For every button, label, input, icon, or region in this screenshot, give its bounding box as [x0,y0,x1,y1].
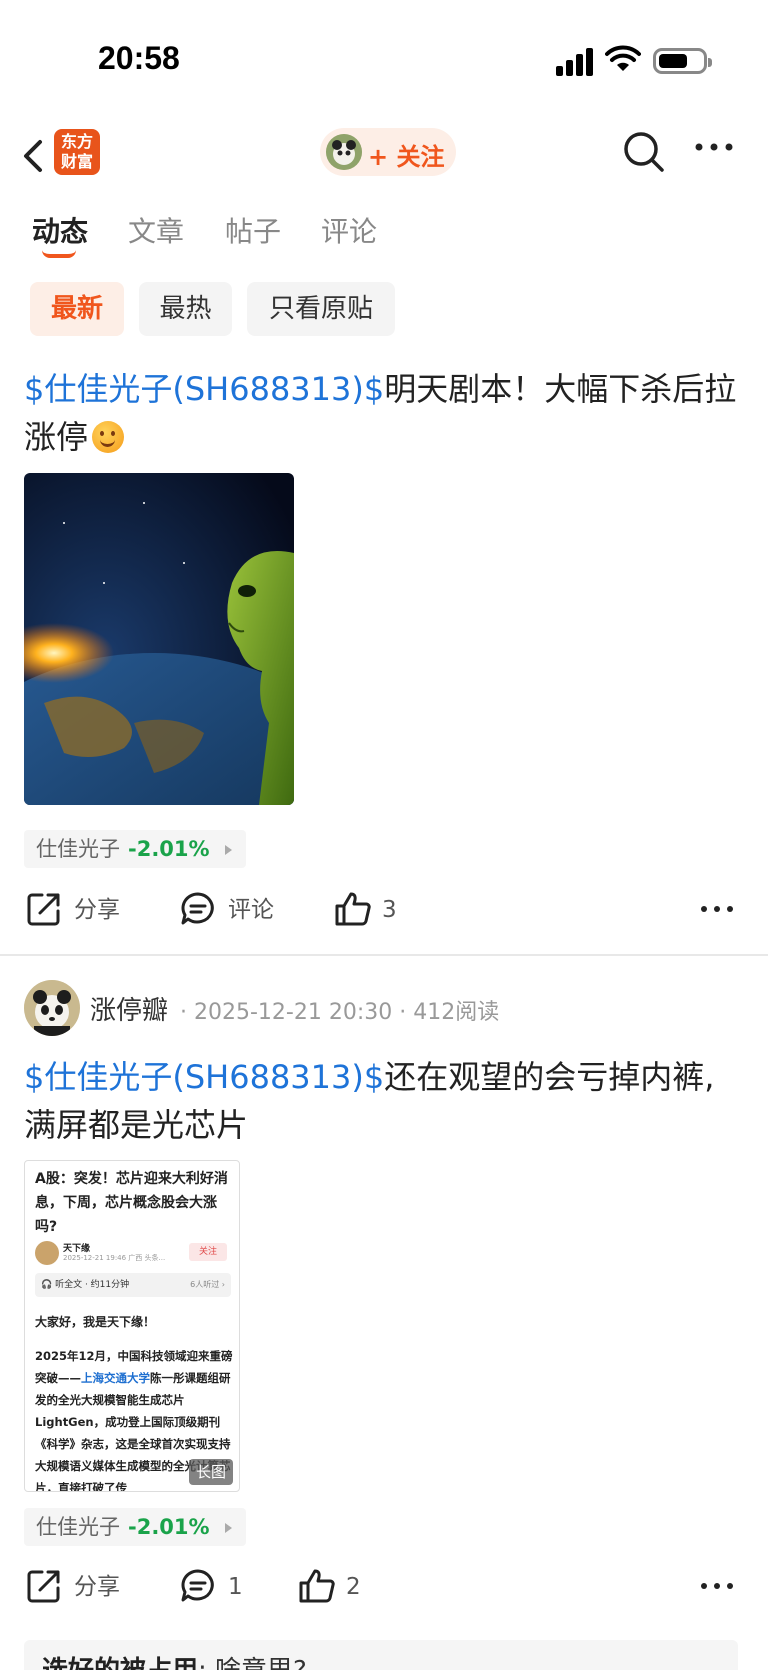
listen-count: 6人听过 › [190,1280,225,1289]
like-count: 3 [382,897,397,923]
post-divider [0,954,768,956]
long-image-badge: 长图 [189,1459,233,1485]
tab-articles[interactable]: 文章 [128,210,184,250]
avatar [35,1241,59,1265]
back-arrow-icon[interactable] [18,136,48,176]
signal-icon [556,46,596,76]
quote-change: -2.01% [128,837,210,861]
filter-bar: 最新 最热 只看原贴 [0,282,768,338]
article-title: A股：突发！芯片迎来大利好消息，下周，芯片概念股会大涨吗? [35,1171,228,1235]
comment-body: 啥意思? [215,1656,307,1670]
post-2-actions: 分享 1 2 [0,1562,768,1612]
comment-icon [181,1569,214,1602]
headphones-icon: 🎧 [41,1280,53,1290]
share-icon [27,893,60,926]
article-author-meta: 2025-12-21 19:46 广西 头条... [63,1254,166,1262]
post-2-text[interactable]: $仕佳光子(SH688313)$还在观望的会亏掉内裤, 满屏都是光芯片 [24,1053,744,1149]
more-icon[interactable] [700,904,734,914]
post-image-article-screenshot[interactable]: A股：突发！芯片迎来大利好消息，下周，芯片概念股会大涨吗? 天下缘 2025-1… [24,1160,240,1492]
logo-text-bottom: 财富 [60,152,93,171]
follow-label: + 关注 [368,143,445,171]
battery-icon [653,48,712,74]
share-icon [27,1570,60,1603]
comment-separator: : [198,1656,207,1670]
comment-text: 选好的被占用: 啥意思? [42,1650,307,1670]
tab-dynamic[interactable]: 动态 [32,210,88,250]
app-logo: 东方 财富 [54,129,100,175]
quote-change: -2.01% [128,1515,210,1539]
active-tab-indicator [42,250,76,258]
share-label: 分享 [74,897,120,923]
top-nav: 东方 财富 + 关注 [0,120,768,200]
stock-tag-link[interactable]: $仕佳光子(SH688313)$ [24,370,384,408]
article-follow-badge: 关注 [189,1243,227,1261]
more-icon[interactable] [694,142,734,152]
smile-emoji-icon [92,421,125,453]
comment-username[interactable]: 选好的被占用 [42,1656,198,1670]
filter-latest[interactable]: 最新 [30,282,124,336]
comment-count: 1 [228,1574,243,1600]
post-text-line: 明天剧本！大幅下杀后拉 [384,370,737,408]
article-greeting: 大家好，我是天下缘！ [35,1315,156,1329]
avatar [326,134,362,170]
stock-quote-chip[interactable]: 仕佳光子 -2.01% [24,1508,246,1546]
post-text-line: 还在观望的会亏掉内裤, [384,1058,715,1096]
stock-quote-chip[interactable]: 仕佳光子 -2.01% [24,830,246,868]
top-comment-preview[interactable]: 选好的被占用: 啥意思? [24,1640,738,1670]
tab-comments[interactable]: 评论 [321,210,377,250]
post-text-line: 满屏都是光芯片 [24,1106,249,1144]
tab-posts[interactable]: 帖子 [225,210,281,250]
chevron-right-icon [225,1523,232,1533]
stock-tag-link[interactable]: $仕佳光子(SH688313)$ [24,1058,384,1096]
post-1-text[interactable]: $仕佳光子(SH688313)$明天剧本！大幅下杀后拉 涨停 [24,365,744,461]
filter-original-only[interactable]: 只看原贴 [247,282,395,336]
post-meta: · 2025-12-21 20:30 · 412阅读 [180,1000,500,1025]
status-bar: 20:58 [0,0,768,120]
logo-text-top: 东方 [60,132,93,151]
thumbs-up-icon [299,1569,335,1603]
listen-label: 听全文 · 约11分钟 [55,1280,130,1290]
filter-hot[interactable]: 最热 [139,282,232,336]
comment-label: 评论 [228,897,274,923]
quote-name: 仕佳光子 [36,837,120,861]
author-name[interactable]: 涨停瓣 [90,990,168,1027]
search-icon[interactable] [622,130,666,174]
more-icon[interactable] [700,1581,734,1591]
chevron-right-icon [225,845,232,855]
status-time: 20:58 [98,40,180,76]
quote-name: 仕佳光子 [36,1515,120,1539]
article-body-highlight: 上海交通大学 [81,1371,150,1385]
post-image-alien[interactable] [24,473,294,805]
profile-tabs: 动态 文章 帖子 评论 [0,206,768,266]
like-count: 2 [346,1574,361,1600]
follow-button[interactable]: + 关注 [320,128,456,176]
article-listen-bar: 🎧 听全文 · 约11分钟 6人听过 › [35,1273,231,1297]
share-label: 分享 [74,1574,120,1600]
post-datetime: 2025-12-21 20:30 [194,1000,393,1025]
thumbs-up-icon [335,892,371,926]
wifi-icon [605,45,641,71]
author-avatar[interactable] [24,980,80,1036]
comment-icon [181,892,214,925]
post-text-line: 涨停 [24,418,89,456]
post-read-count: 412阅读 [413,1000,500,1025]
post-1-actions: 分享 评论 3 [0,885,768,935]
